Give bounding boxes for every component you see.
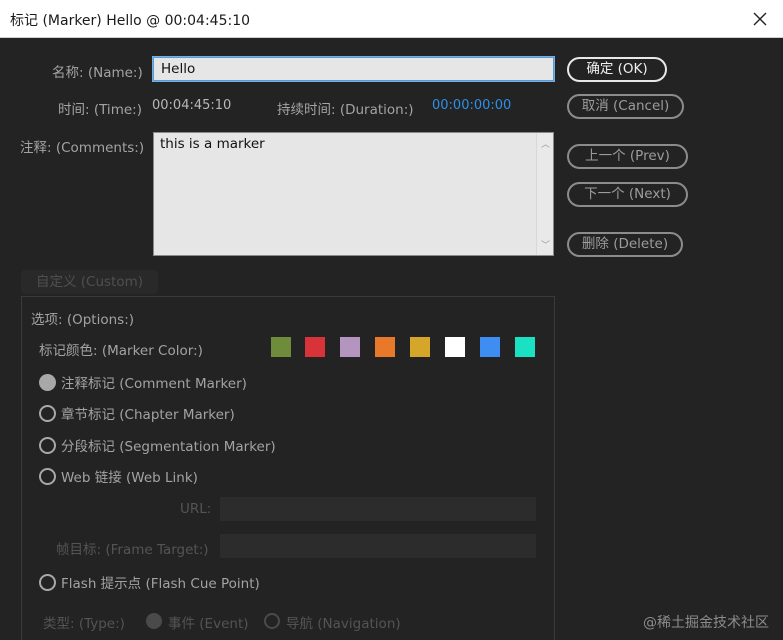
color-swatch-gold[interactable]	[410, 337, 430, 357]
comments-label: 注释: (Comments:)	[20, 140, 145, 156]
next-button[interactable]: 下一个 (Next)	[567, 182, 688, 207]
title-bar: 标记 (Marker) Hello @ 00:04:45:10	[0, 0, 783, 38]
color-swatch-white[interactable]	[445, 337, 465, 357]
radio-button[interactable]	[39, 405, 56, 422]
duration-label: 持续时间: (Duration:)	[277, 102, 414, 118]
url-input	[220, 497, 536, 521]
watermark: @稀土掘金技术社区	[643, 615, 769, 631]
radio-label: Web 链接 (Web Link)	[61, 470, 198, 486]
color-swatch-lavender[interactable]	[340, 337, 360, 357]
scroll-down-icon[interactable]: ﹀	[541, 238, 550, 251]
ok-button[interactable]: 确定 (OK)	[567, 57, 667, 82]
radio-navigation	[264, 613, 280, 629]
color-swatch-blue[interactable]	[480, 337, 500, 357]
radio-button[interactable]	[39, 468, 56, 485]
radio-event	[146, 613, 162, 629]
event-label: 事件 (Event)	[168, 616, 249, 632]
options-title: 选项: (Options:)	[28, 308, 138, 328]
radio-label: 注释标记 (Comment Marker)	[61, 376, 247, 392]
cancel-button[interactable]: 取消 (Cancel)	[567, 94, 684, 119]
color-swatch-cyan[interactable]	[515, 337, 535, 357]
comments-text: this is a marker	[160, 136, 265, 152]
url-label: URL:	[180, 501, 212, 517]
custom-button[interactable]: 自定义 (Custom)	[21, 270, 158, 294]
close-icon	[753, 12, 767, 26]
delete-button[interactable]: 删除 (Delete)	[567, 232, 683, 257]
window-title: 标记 (Marker) Hello @ 00:04:45:10	[10, 13, 251, 29]
frame-target-label: 帧目标: (Frame Target:)	[56, 542, 209, 558]
radio-label: 分段标记 (Segmentation Marker)	[61, 439, 276, 455]
radio-label: 章节标记 (Chapter Marker)	[61, 407, 235, 423]
navigation-label: 导航 (Navigation)	[286, 616, 401, 632]
color-swatch-green[interactable]	[271, 337, 291, 357]
prev-button[interactable]: 上一个 (Prev)	[567, 144, 688, 169]
frame-target-input	[220, 534, 536, 558]
color-swatch-red[interactable]	[305, 337, 325, 357]
duration-value[interactable]: 00:00:00:00	[432, 98, 511, 113]
comments-scrollbar[interactable]: ︿ ﹀	[536, 133, 553, 255]
radio-button[interactable]	[39, 374, 56, 391]
radio-button[interactable]	[39, 574, 56, 591]
comments-textarea[interactable]: this is a marker ︿ ﹀	[153, 132, 554, 256]
name-label: 名称: (Name:)	[52, 65, 143, 81]
time-value: 00:04:45:10	[152, 98, 232, 113]
type-label: 类型: (Type:)	[43, 616, 125, 632]
close-button[interactable]	[737, 0, 783, 38]
radio-button[interactable]	[39, 437, 56, 454]
time-label: 时间: (Time:)	[58, 102, 142, 118]
radio-label: Flash 提示点 (Flash Cue Point)	[61, 576, 260, 592]
scroll-up-icon[interactable]: ︿	[541, 137, 550, 150]
marker-color-label: 标记颜色: (Marker Color:)	[39, 343, 203, 359]
color-swatch-orange[interactable]	[375, 337, 395, 357]
name-input[interactable]: Hello	[152, 56, 555, 82]
